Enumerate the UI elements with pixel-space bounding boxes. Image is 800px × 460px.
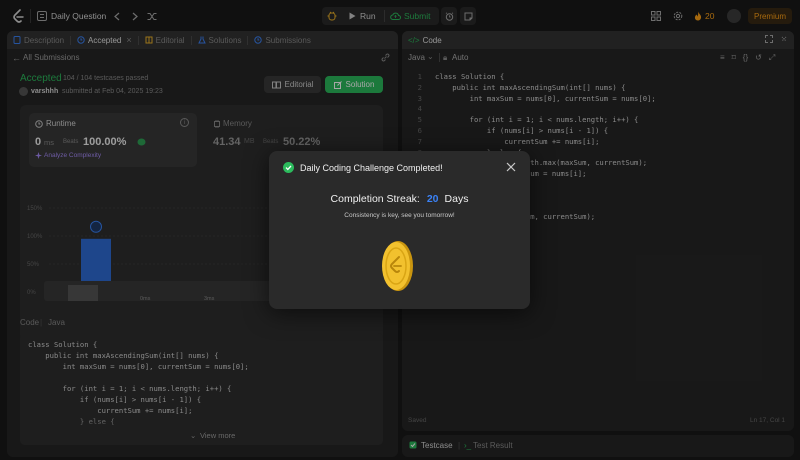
streak-unit: Days	[444, 193, 469, 205]
modal-message: Consistency is key, see you tomorrow!	[344, 212, 455, 219]
streak-value: 20	[426, 193, 439, 205]
modal-title: Daily Coding Challenge Completed!	[300, 163, 443, 173]
gold-coin-icon	[381, 239, 415, 293]
daily-challenge-modal: Daily Coding Challenge Completed! Comple…	[269, 151, 530, 309]
streak-label: Completion Streak:	[330, 193, 420, 205]
check-circle-icon	[283, 162, 295, 174]
close-icon[interactable]	[506, 162, 516, 172]
streak-row: Completion Streak: 20 Days	[269, 193, 530, 205]
